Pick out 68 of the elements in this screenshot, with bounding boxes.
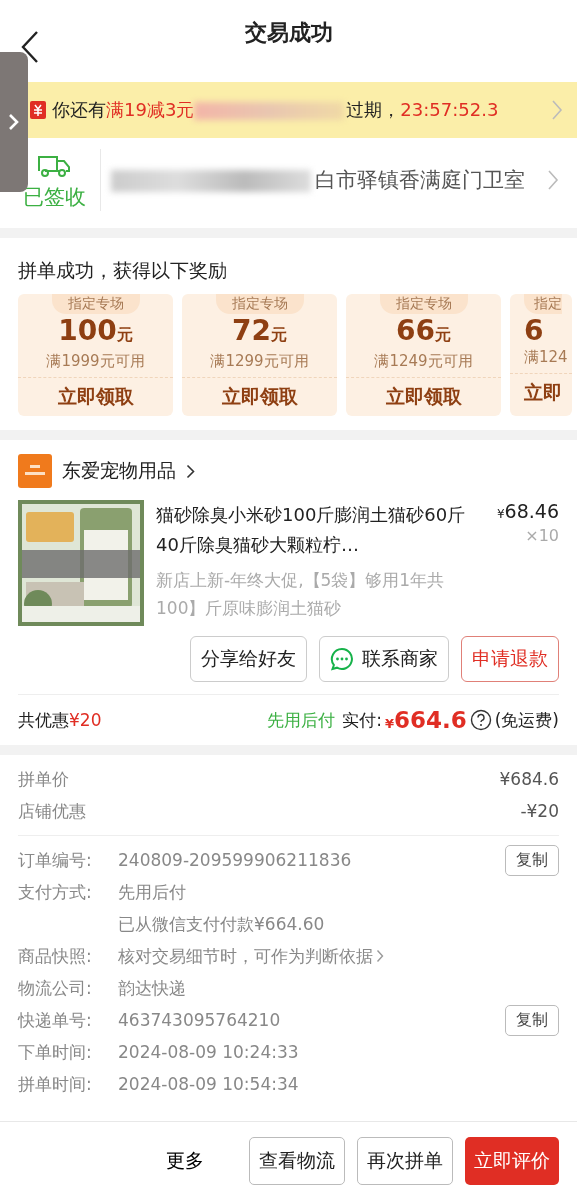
chevron-right-icon [547, 169, 559, 191]
discount-total: 共优惠¥20 [18, 708, 102, 732]
detail-label: 商品快照: [18, 944, 93, 968]
coupon-condition: 满124 [524, 348, 568, 367]
chat-icon [330, 647, 354, 671]
coupon-amount: 66元 [396, 314, 451, 349]
detail-value: 463743095764210 [118, 1010, 281, 1030]
detail-label: 拼单时间: [18, 1072, 93, 1096]
action-button[interactable]: 再次拼单 [357, 1137, 453, 1185]
coupon-reminder-text: 你还有满19减3元 过期，23:57:52.3 [52, 98, 500, 122]
shipping-note: (免运费) [494, 708, 559, 732]
page-title: 交易成功 [244, 19, 333, 47]
detail-value: 已从微信支付付款¥664.60 [118, 912, 325, 936]
claim-button[interactable]: 立即领取 [182, 378, 337, 416]
detail-label: 支付方式: [18, 880, 93, 904]
share-button[interactable]: 分享给好友 [190, 636, 307, 682]
coupon-amount: 100元 [58, 314, 133, 349]
price-value: -¥20 [520, 800, 559, 823]
chevron-right-icon [186, 463, 195, 479]
delivery-status: 已签收 [22, 184, 86, 211]
price-label: 拼单价 [18, 768, 69, 791]
contact-seller-button[interactable]: 联系商家 [319, 636, 449, 682]
copy-button[interactable]: 复制 [505, 1004, 559, 1036]
detail-value: 2024-08-09 10:54:34 [118, 1074, 299, 1094]
claim-button[interactable]: 立即领取 [18, 378, 173, 416]
product-title[interactable]: 猫砂除臭小米砂100斤膨润土猫砂60斤40斤除臭猫砂大颗粒柠… [156, 500, 473, 560]
price-label: 店铺优惠 [18, 800, 86, 823]
product-quantity: ×10 [525, 526, 559, 545]
price-value: ¥684.6 [499, 768, 559, 791]
coupon-condition: 满1249元可用 [374, 352, 473, 371]
paid-label: 实付: [342, 708, 382, 732]
rewards-title: 拼单成功，获得以下奖励 [18, 258, 228, 283]
chevron-right-icon [376, 949, 384, 963]
product-price: ¥68.46 [496, 500, 559, 522]
coupon-tag: 指定专场 [215, 294, 304, 314]
paid-amount: ¥664.6 [384, 707, 467, 733]
detail-value: 2024-08-09 10:24:33 [118, 1042, 299, 1062]
chevron-right-icon [551, 99, 563, 121]
delivery-address: 白市驿镇香满庭门卫室 [315, 168, 525, 192]
more-button[interactable]: 更多 [157, 1137, 213, 1185]
claim-button[interactable]: 立即 [510, 374, 572, 412]
back-icon[interactable] [20, 30, 40, 64]
detail-value: 韵达快递 [118, 976, 186, 1000]
claim-button[interactable]: 立即领取 [346, 378, 501, 416]
detail-label: 下单时间: [18, 1040, 93, 1064]
detail-value: 先用后付 [118, 880, 186, 904]
coupon-condition: 满1999元可用 [46, 352, 145, 371]
shop-name[interactable]: 东爱宠物用品 [62, 458, 176, 484]
detail-label: 快递单号: [18, 1008, 93, 1032]
coupon-icon [30, 101, 46, 119]
coupon-amount: 72元 [232, 314, 287, 349]
coupon-tag: 指定 [524, 294, 562, 314]
product-spec: 新店上新-年终大促,【5袋】够用1年共100】斤原味膨润土猫砂 [156, 569, 446, 620]
pay-later-label: 先用后付 [267, 708, 336, 732]
shop-logo [18, 454, 52, 488]
action-button[interactable]: 查看物流 [249, 1137, 345, 1185]
detail-label: 物流公司: [18, 976, 93, 1000]
snapshot-link[interactable]: 核对交易细节时，可作为判断依据 [118, 944, 373, 968]
coupon-amount: 6 [524, 314, 544, 348]
copy-button[interactable]: 复制 [505, 844, 559, 876]
detail-value: 240809-209599906211836 [118, 850, 352, 870]
detail-label: 订单编号: [18, 848, 93, 872]
coupon-tag: 指定专场 [379, 294, 468, 314]
refund-button[interactable]: 申请退款 [461, 636, 559, 682]
review-button[interactable]: 立即评价 [465, 1137, 559, 1185]
coupon-condition: 满1299元可用 [210, 352, 309, 371]
help-icon[interactable] [469, 709, 492, 731]
coupon-tag: 指定专场 [51, 294, 140, 314]
